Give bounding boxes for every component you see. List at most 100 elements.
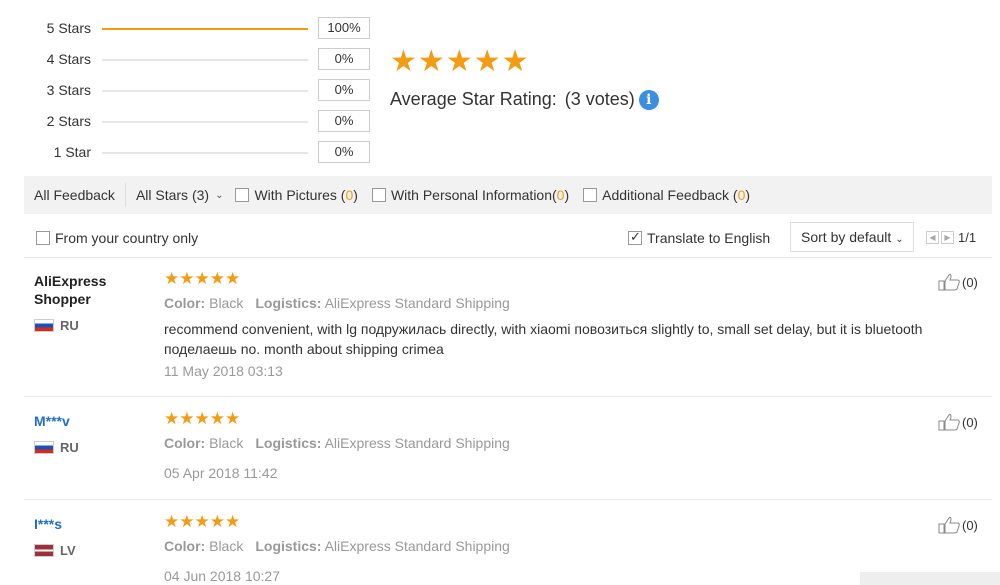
flag-icon [34, 441, 54, 454]
feedback-filter-bar: All Feedback All Stars (3) ⌄ With Pictur… [24, 176, 992, 214]
next-page-icon[interactable]: ▶ [941, 231, 954, 244]
review-attributes: Color: Black Logistics: AliExpress Standa… [164, 435, 510, 451]
additional-feedback-label: Additional Feedback ( [602, 187, 738, 203]
review-star-icons: ★ ★ ★ ★ ★ [164, 269, 241, 289]
review-text: recommend convenient, with lg подружилас… [164, 321, 923, 357]
pagination: ◀ ▶ 1/1 [926, 230, 976, 245]
with-pictures-checkbox[interactable] [235, 188, 250, 202]
star-icon: ★ [209, 269, 225, 289]
votes-count: (3 votes) [564, 89, 635, 109]
histogram-row-3: 3 Stars 0% [0, 79, 380, 103]
star-icon: ★ [209, 409, 225, 429]
review-date: 04 Jun 2018 10:27 [164, 568, 280, 584]
country-only-option[interactable]: From your country only [36, 230, 198, 246]
divider [24, 499, 992, 500]
color-label: Color: [164, 538, 206, 554]
histogram-percent: 0% [318, 79, 370, 101]
histogram-label: 5 Stars [46, 20, 91, 36]
histogram-percent: 100% [318, 17, 370, 39]
page-indicator: 1/1 [958, 230, 977, 245]
average-star-icons: ★ ★ ★ ★ ★ [390, 44, 529, 79]
with-pictures-count: 0 [345, 187, 354, 203]
star-icon: ★ [164, 512, 180, 532]
filter-all-feedback[interactable]: All Feedback [24, 183, 126, 207]
additional-feedback-count: 0 [737, 187, 746, 203]
helpful-button[interactable]: (0) [938, 516, 978, 534]
histogram-row-5: 5 Stars 100% [0, 17, 380, 41]
histogram-percent: 0% [318, 141, 370, 163]
color-value: Black [209, 295, 244, 311]
helpful-count: (0) [962, 274, 978, 290]
star-icon: ★ [473, 44, 501, 79]
star-icon: ★ [194, 409, 210, 429]
review-attributes: Color: Black Logistics: AliExpress Standa… [164, 538, 510, 554]
country-only-label: From your country only [55, 230, 199, 246]
additional-feedback-checkbox[interactable] [583, 188, 598, 202]
review-item: I***s LV ★ ★ ★ ★ ★ Color: Black Logistics: Al… [0, 514, 1000, 585]
with-personal-info-count: 0 [556, 187, 565, 203]
star-icon: ★ [225, 269, 241, 289]
average-rating: Average Star Rating: (3 votes) i [390, 89, 659, 110]
chevron-down-icon: ⌄ [895, 234, 904, 245]
histogram-bar [102, 152, 308, 154]
close-paren: ) [745, 187, 751, 203]
histogram-percent: 0% [318, 110, 370, 132]
histogram-bar [102, 90, 308, 92]
histogram-label: 2 Stars [46, 113, 91, 129]
reviewer-country: RU [34, 318, 79, 333]
reviewer-name[interactable]: M***v [34, 412, 144, 430]
with-personal-info-checkbox[interactable] [371, 188, 386, 202]
divider [24, 396, 992, 397]
with-personal-info-label: With Personal Information( [390, 187, 557, 203]
sort-label: Sort by default [801, 229, 892, 245]
reviewer-name: AliExpress Shopper [34, 273, 107, 307]
review-date: 05 Apr 2018 11:42 [164, 465, 278, 481]
star-icon: ★ [164, 269, 180, 289]
flag-icon [34, 544, 54, 557]
histogram-label: 1 Star [53, 144, 91, 160]
with-pictures-label: With Pictures ( [254, 187, 346, 203]
helpful-button[interactable]: (0) [938, 413, 978, 431]
filter-all-stars-dropdown[interactable]: All Stars (3) ⌄ [126, 187, 234, 203]
sort-dropdown[interactable]: Sort by default ⌄ [790, 222, 914, 252]
filter-with-personal-info[interactable]: With Personal Information(0) [371, 187, 569, 203]
prev-page-icon[interactable]: ◀ [926, 231, 939, 244]
translate-checkbox[interactable] [628, 229, 642, 245]
logistics-label: Logistics: [255, 295, 322, 311]
divider [24, 257, 992, 258]
logistics-value: AliExpress Standard Shipping [324, 538, 510, 554]
histogram-bar [102, 59, 308, 61]
review-star-icons: ★ ★ ★ ★ ★ [164, 409, 240, 429]
helpful-button[interactable]: (0) [938, 273, 978, 291]
filter-additional-feedback[interactable]: Additional Feedback (0) [583, 187, 750, 203]
feedback-options-row: From your country only Translate to Engl… [24, 220, 992, 256]
star-icon: ★ [194, 269, 210, 289]
filter-with-pictures[interactable]: With Pictures (0) [235, 187, 358, 203]
thumbs-up-icon [938, 413, 960, 431]
star-icon: ★ [209, 512, 225, 532]
chevron-down-icon: ⌄ [215, 189, 224, 201]
helpful-count: (0) [962, 517, 978, 533]
logistics-label: Logistics: [255, 538, 322, 554]
star-icon: ★ [501, 44, 529, 79]
histogram-bar [102, 121, 308, 123]
thumbs-up-icon [938, 273, 960, 291]
info-icon[interactable]: i [638, 89, 659, 110]
star-icon: ★ [179, 409, 195, 429]
color-value: Black [209, 435, 244, 451]
review-item: M***v RU ★ ★ ★ ★ ★ Color: Black Logistics: Al… [0, 411, 1000, 499]
flag-icon [34, 319, 54, 332]
histogram-bar-fill [102, 28, 308, 30]
translate-option[interactable]: Translate to English [628, 229, 770, 246]
star-icon: ★ [390, 44, 417, 79]
star-icon: ★ [417, 44, 445, 79]
color-label: Color: [164, 295, 206, 311]
country-only-checkbox[interactable] [36, 231, 50, 245]
review-star-icons: ★ ★ ★ ★ ★ [164, 512, 240, 532]
histogram-label: 3 Stars [46, 82, 91, 98]
review-date: 11 May 2018 03:13 [164, 363, 283, 379]
reviewer-country: LV [34, 543, 76, 558]
helpful-count: (0) [962, 414, 978, 430]
reviewer-name[interactable]: I***s [34, 515, 144, 533]
histogram-bar [102, 28, 308, 30]
